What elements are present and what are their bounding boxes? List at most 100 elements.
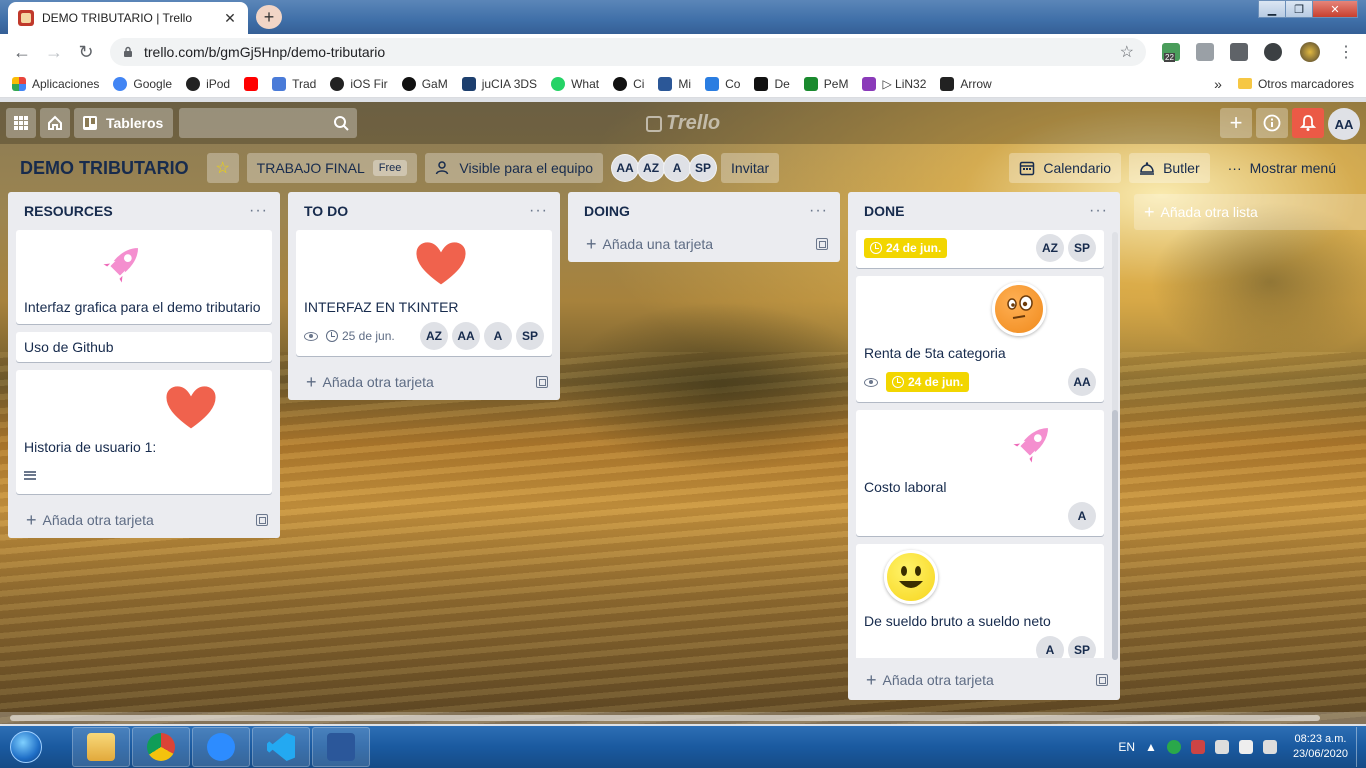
bookmark-item[interactable]: juCIA 3DS	[461, 76, 537, 91]
list-scrollbar[interactable]	[1112, 232, 1118, 660]
add-card-button[interactable]: + Añada otra tarjeta	[8, 502, 280, 538]
bookmark-item[interactable]	[244, 76, 259, 91]
start-button[interactable]	[4, 727, 48, 767]
card[interactable]: De sueldo bruto a sueldo neto A SP	[856, 544, 1104, 658]
trello-logo[interactable]: Trello	[646, 112, 720, 135]
bookmark-item[interactable]: Ci	[613, 76, 644, 91]
team-button[interactable]: TRABAJO FINAL Free	[246, 153, 418, 183]
show-menu-button[interactable]: ··· Mostrar menú	[1218, 153, 1346, 183]
bookmark-item[interactable]: iPod	[186, 76, 230, 91]
taskbar-explorer[interactable]	[72, 727, 130, 767]
bookmark-item[interactable]: Google	[113, 76, 172, 91]
browser-menu-icon[interactable]: ⋮	[1338, 42, 1354, 62]
card[interactable]: Renta de 5ta categoria 24 de jun. AA	[856, 276, 1104, 402]
taskbar-vscode[interactable]	[252, 727, 310, 767]
home-button[interactable]	[40, 108, 70, 138]
list-header[interactable]: RESOURCES ···	[8, 192, 280, 230]
address-bar[interactable]: trello.com/b/gmGj5Hnp/demo-tributario ☆	[110, 38, 1146, 66]
taskbar-clock[interactable]: 08:23 a.m. 23/06/2020	[1293, 732, 1348, 762]
bookmark-item[interactable]: Co	[705, 76, 740, 91]
bookmark-item[interactable]: What	[551, 76, 599, 91]
restore-button[interactable]: ❐	[1285, 0, 1313, 18]
board-horizontal-scrollbar[interactable]	[0, 712, 1366, 724]
member-avatar[interactable]: A	[1068, 502, 1096, 530]
network-icon[interactable]	[1262, 740, 1277, 754]
tray-app-icon[interactable]	[1214, 740, 1229, 754]
bookmark-star-icon[interactable]: ☆	[1120, 42, 1134, 62]
list-title[interactable]: DOING	[584, 203, 630, 219]
card[interactable]: Costo laboral A	[856, 410, 1104, 536]
list-menu-icon[interactable]: ···	[809, 202, 828, 220]
member-avatar[interactable]: AA	[452, 322, 480, 350]
search-input[interactable]	[179, 108, 358, 138]
browser-tab[interactable]: DEMO TRIBUTARIO | Trello ✕	[8, 2, 248, 34]
action-center-flag-icon[interactable]	[1238, 740, 1253, 754]
member-avatar[interactable]: AA	[1068, 368, 1096, 396]
due-date-badge[interactable]: 24 de jun.	[886, 372, 970, 392]
visibility-button[interactable]: Visible para el equipo	[425, 153, 604, 183]
list-title[interactable]: RESOURCES	[24, 203, 113, 219]
member-avatar[interactable]: SP	[689, 154, 718, 182]
star-board-button[interactable]: ☆	[206, 153, 239, 183]
card-template-icon[interactable]	[816, 238, 828, 250]
card[interactable]: Interfaz grafica para el demo tributario	[16, 230, 272, 324]
due-date-badge[interactable]: 24 de jun.	[864, 238, 948, 258]
card[interactable]: INTERFAZ EN TKINTER 25 de jun. AZ AA A S…	[296, 230, 552, 356]
card-template-icon[interactable]	[1096, 674, 1108, 686]
member-avatar[interactable]: A	[1036, 636, 1064, 658]
minimize-button[interactable]: ▁	[1258, 0, 1286, 18]
member-avatar[interactable]: A	[484, 322, 512, 350]
extension-icon[interactable]	[1196, 43, 1214, 61]
member-avatar[interactable]: SP	[1068, 234, 1096, 262]
show-desktop-button[interactable]	[1356, 727, 1366, 767]
list-header[interactable]: DOING ···	[568, 192, 840, 230]
calendar-button[interactable]: Calendario	[1009, 153, 1122, 183]
bookmark-item[interactable]: Trad	[272, 76, 316, 91]
card[interactable]: 24 de jun. AZ SP	[856, 230, 1104, 268]
boards-button[interactable]: Tableros	[74, 108, 174, 138]
extension-icon[interactable]	[1230, 43, 1248, 61]
member-avatar[interactable]: AA	[611, 154, 640, 182]
user-avatar[interactable]: AA	[1328, 108, 1360, 140]
member-avatar[interactable]: AZ	[1036, 234, 1064, 262]
info-button[interactable]	[1256, 108, 1288, 138]
apps-grid-button[interactable]	[6, 108, 36, 138]
bookmarks-overflow-icon[interactable]: »	[1214, 76, 1222, 92]
member-avatar[interactable]: SP	[516, 322, 544, 350]
add-card-button[interactable]: + Añada otra tarjeta	[288, 364, 560, 400]
taskbar-chrome[interactable]	[132, 727, 190, 767]
list-menu-icon[interactable]: ···	[249, 202, 268, 220]
extension-icon[interactable]	[1162, 43, 1180, 62]
language-indicator[interactable]: EN	[1118, 740, 1135, 754]
add-list-button[interactable]: + Añada otra lista	[1134, 194, 1366, 230]
butler-button[interactable]: Butler	[1129, 153, 1210, 183]
back-icon[interactable]: ←	[10, 40, 34, 64]
profile-avatar[interactable]	[1300, 42, 1320, 62]
bookmark-item[interactable]: Arrow	[940, 76, 992, 91]
card[interactable]: Historia de usuario 1:	[16, 370, 272, 494]
tray-expand-icon[interactable]: ▲	[1145, 740, 1157, 754]
board-title[interactable]: DEMO TRIBUTARIO	[12, 158, 197, 179]
list-header[interactable]: TO DO ···	[288, 192, 560, 230]
bookmark-item[interactable]: GaM	[401, 76, 448, 91]
new-tab-button[interactable]: +	[256, 5, 282, 29]
taskbar-zoom[interactable]	[192, 727, 250, 767]
tab-close-icon[interactable]: ✕	[222, 10, 238, 27]
member-avatar[interactable]: AZ	[420, 322, 448, 350]
notifications-button[interactable]	[1292, 108, 1324, 138]
list-header[interactable]: DONE ···	[848, 192, 1120, 230]
list-menu-icon[interactable]: ···	[529, 202, 548, 220]
card[interactable]: Uso de Github	[16, 332, 272, 362]
add-card-button[interactable]: + Añada otra tarjeta	[848, 662, 1120, 698]
bookmark-item[interactable]: iOS Fir	[330, 76, 388, 91]
member-avatar[interactable]: AZ	[637, 154, 666, 182]
member-avatar[interactable]: SP	[1068, 636, 1096, 658]
list-title[interactable]: DONE	[864, 203, 904, 219]
bookmark-item[interactable]: Aplicaciones	[12, 76, 99, 91]
list-menu-icon[interactable]: ···	[1089, 202, 1108, 220]
card-template-icon[interactable]	[536, 376, 548, 388]
list-title[interactable]: TO DO	[304, 203, 348, 219]
create-button[interactable]: +	[1220, 108, 1252, 138]
bookmark-item[interactable]: PeM	[803, 76, 848, 91]
extension-icon[interactable]	[1264, 43, 1282, 61]
